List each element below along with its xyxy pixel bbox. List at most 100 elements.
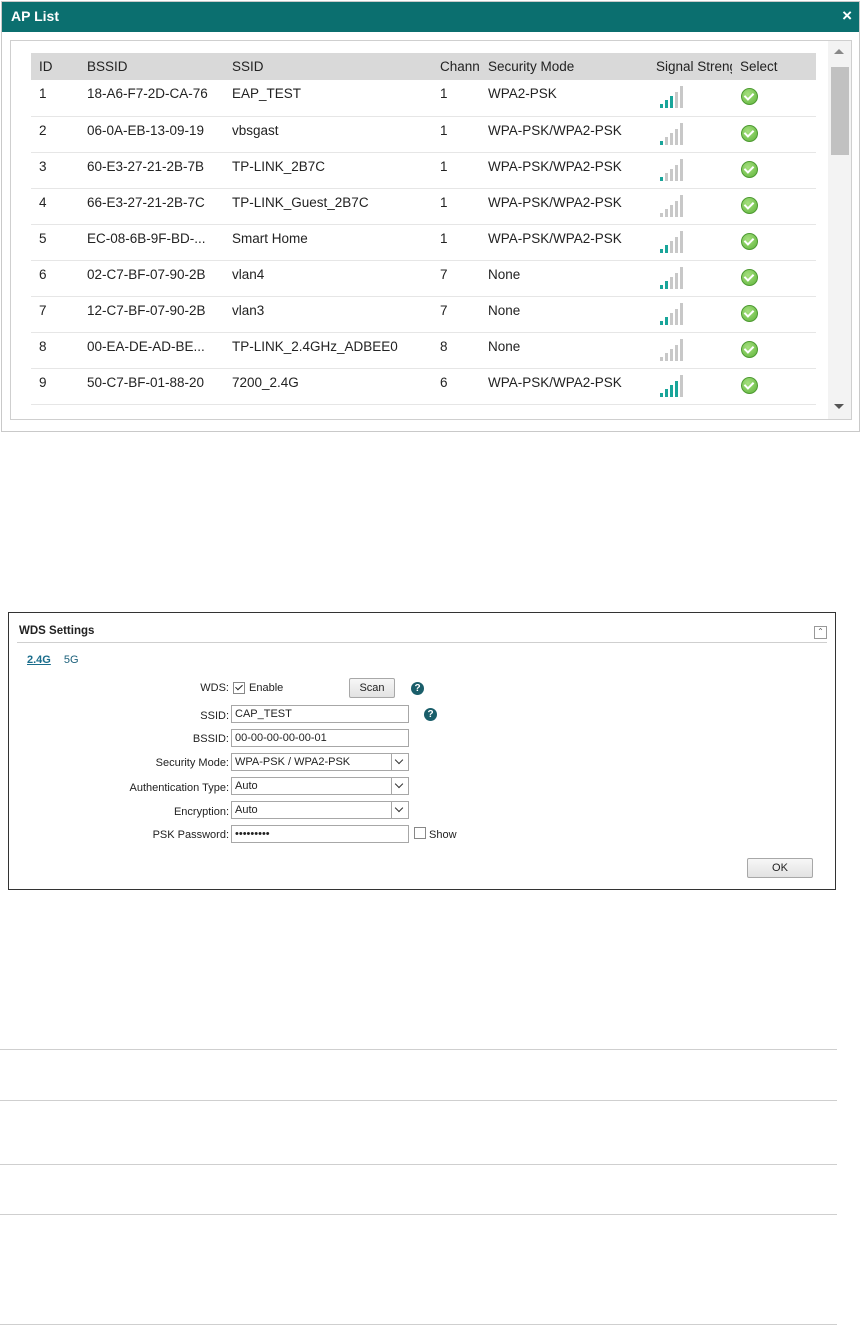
wds-enable-label: Enable <box>249 682 284 694</box>
column-header-ssid: SSID <box>224 53 432 80</box>
signal-bar <box>670 276 673 289</box>
ok-button[interactable]: OK <box>747 858 813 878</box>
signal-bar <box>665 136 668 145</box>
select-check-icon[interactable] <box>741 268 758 286</box>
row-ssid: vlan3 <box>224 296 432 333</box>
signal-bar <box>665 352 668 361</box>
security-mode-select[interactable]: WPA-PSK / WPA2-PSK <box>231 753 409 771</box>
authentication-type-value: Auto <box>235 780 258 792</box>
select-check-icon[interactable] <box>741 124 758 142</box>
signal-strength-icon <box>656 338 692 361</box>
table-row[interactable]: 8 00-EA-DE-AD-BE... TP-LINK_2.4GHz_ADBEE0 8… <box>31 332 816 369</box>
table-header-row: ID BSSID SSID Channel Security Mode Sign… <box>31 53 816 80</box>
scroll-thumb[interactable] <box>831 67 849 155</box>
show-password-checkbox[interactable] <box>414 827 426 839</box>
psk-password-input[interactable]: ••••••••• <box>231 825 409 843</box>
close-icon[interactable]: × <box>842 6 852 26</box>
select-check-icon[interactable] <box>741 232 758 250</box>
table-row[interactable]: 9 50-C7-BF-01-88-20 7200_2.4G 6 WPA-PSK/WPA2… <box>31 368 816 405</box>
signal-bar <box>670 348 673 361</box>
select-check-icon[interactable] <box>741 196 758 214</box>
signal-bar <box>675 308 678 325</box>
bssid-input[interactable]: 00-00-00-00-00-01 <box>231 729 409 747</box>
row-bssid: 60-E3-27-21-2B-7B <box>79 152 224 189</box>
signal-bar <box>665 172 668 181</box>
row-select[interactable] <box>732 188 816 225</box>
row-select[interactable] <box>732 332 816 369</box>
signal-bar <box>680 122 683 145</box>
table-row[interactable]: 2 06-0A-EB-13-09-19 vbsgast 1 WPA-PSK/WPA2-P… <box>31 116 816 153</box>
table-row[interactable]: 1 18-A6-F7-2D-CA-76 EAP_TEST 1 WPA2-PSK <box>31 80 816 117</box>
row-id: 3 <box>31 152 79 189</box>
row-select[interactable] <box>732 296 816 333</box>
ap-list-title: AP List <box>11 8 59 24</box>
row-security-mode: None <box>480 260 648 297</box>
row-ssid: TP-LINK_Guest_2B7C <box>224 188 432 225</box>
authentication-type-select[interactable]: Auto <box>231 777 409 795</box>
signal-bar <box>675 92 678 108</box>
row-select[interactable] <box>732 260 816 297</box>
collapse-icon[interactable]: ⌃ <box>814 626 827 639</box>
tab-5g[interactable]: 5G <box>64 654 79 666</box>
table-row[interactable]: 3 60-E3-27-21-2B-7B TP-LINK_2B7C 1 WPA-PSK/W… <box>31 152 816 189</box>
encryption-select[interactable]: Auto <box>231 801 409 819</box>
signal-bar <box>660 248 663 253</box>
chevron-down-icon[interactable] <box>391 754 408 770</box>
row-channel: 1 <box>432 152 480 189</box>
signal-strength-icon <box>656 230 692 253</box>
row-bssid: 02-C7-BF-07-90-2B <box>79 260 224 297</box>
table-row[interactable]: 6 02-C7-BF-07-90-2B vlan4 7 None <box>31 260 816 297</box>
select-check-icon[interactable] <box>741 376 758 394</box>
scrollbar[interactable] <box>828 41 851 419</box>
signal-bar <box>670 96 673 108</box>
ap-list-dialog: AP List × ID BSSID SSID Channel Security… <box>1 1 860 432</box>
row-signal-strength <box>648 368 732 405</box>
signal-bar <box>670 132 673 145</box>
row-ssid: vbsgast <box>224 116 432 153</box>
scroll-up-arrow-icon[interactable] <box>834 49 844 54</box>
select-check-icon[interactable] <box>741 304 758 322</box>
row-id: 5 <box>31 224 79 261</box>
chevron-down-icon[interactable] <box>391 778 408 794</box>
row-select[interactable] <box>732 116 816 153</box>
row-select[interactable] <box>732 152 816 189</box>
table-row[interactable]: 4 66-E3-27-21-2B-7C TP-LINK_Guest_2B7C 1 WPA… <box>31 188 816 225</box>
bssid-label: BSSID: <box>192 733 229 745</box>
row-bssid: 06-0A-EB-13-09-19 <box>79 116 224 153</box>
tab-2-4g[interactable]: 2.4G <box>27 654 51 666</box>
signal-strength-icon <box>656 158 692 181</box>
row-select[interactable] <box>732 80 816 117</box>
chevron-down-icon[interactable] <box>391 802 408 818</box>
row-security-mode: WPA-PSK/WPA2-PSK <box>480 152 648 189</box>
signal-bar <box>665 244 668 253</box>
select-check-icon[interactable] <box>741 160 758 178</box>
row-ssid: 7200_2.4G <box>224 368 432 405</box>
row-select[interactable] <box>732 224 816 261</box>
help-icon[interactable]: ? <box>424 708 437 721</box>
signal-bar <box>675 200 678 217</box>
ssid-input[interactable]: CAP_TEST <box>231 705 409 723</box>
row-signal-strength <box>648 116 732 153</box>
table-row[interactable]: 5 EC-08-6B-9F-BD-... Smart Home 1 WPA-PSK/WP… <box>31 224 816 261</box>
help-icon[interactable]: ? <box>411 682 424 695</box>
row-id: 2 <box>31 116 79 153</box>
column-header-select: Select <box>732 53 816 80</box>
encryption-value: Auto <box>235 804 258 816</box>
row-signal-strength <box>648 224 732 261</box>
row-channel: 7 <box>432 296 480 333</box>
wds-enable-checkbox[interactable] <box>233 682 245 694</box>
select-check-icon[interactable] <box>741 340 758 358</box>
signal-bar <box>675 164 678 181</box>
row-id: 8 <box>31 332 79 369</box>
row-security-mode: WPA2-PSK <box>480 80 648 117</box>
row-channel: 1 <box>432 188 480 225</box>
row-bssid: 18-A6-F7-2D-CA-76 <box>79 80 224 117</box>
wds-settings-title: WDS Settings <box>19 625 95 637</box>
table-row[interactable]: 7 12-C7-BF-07-90-2B vlan3 7 None <box>31 296 816 333</box>
signal-bar <box>680 194 683 217</box>
signal-strength-icon <box>656 302 692 325</box>
scroll-down-arrow-icon[interactable] <box>834 404 844 409</box>
row-select[interactable] <box>732 368 816 405</box>
select-check-icon[interactable] <box>741 88 758 105</box>
scan-button[interactable]: Scan <box>349 678 395 698</box>
